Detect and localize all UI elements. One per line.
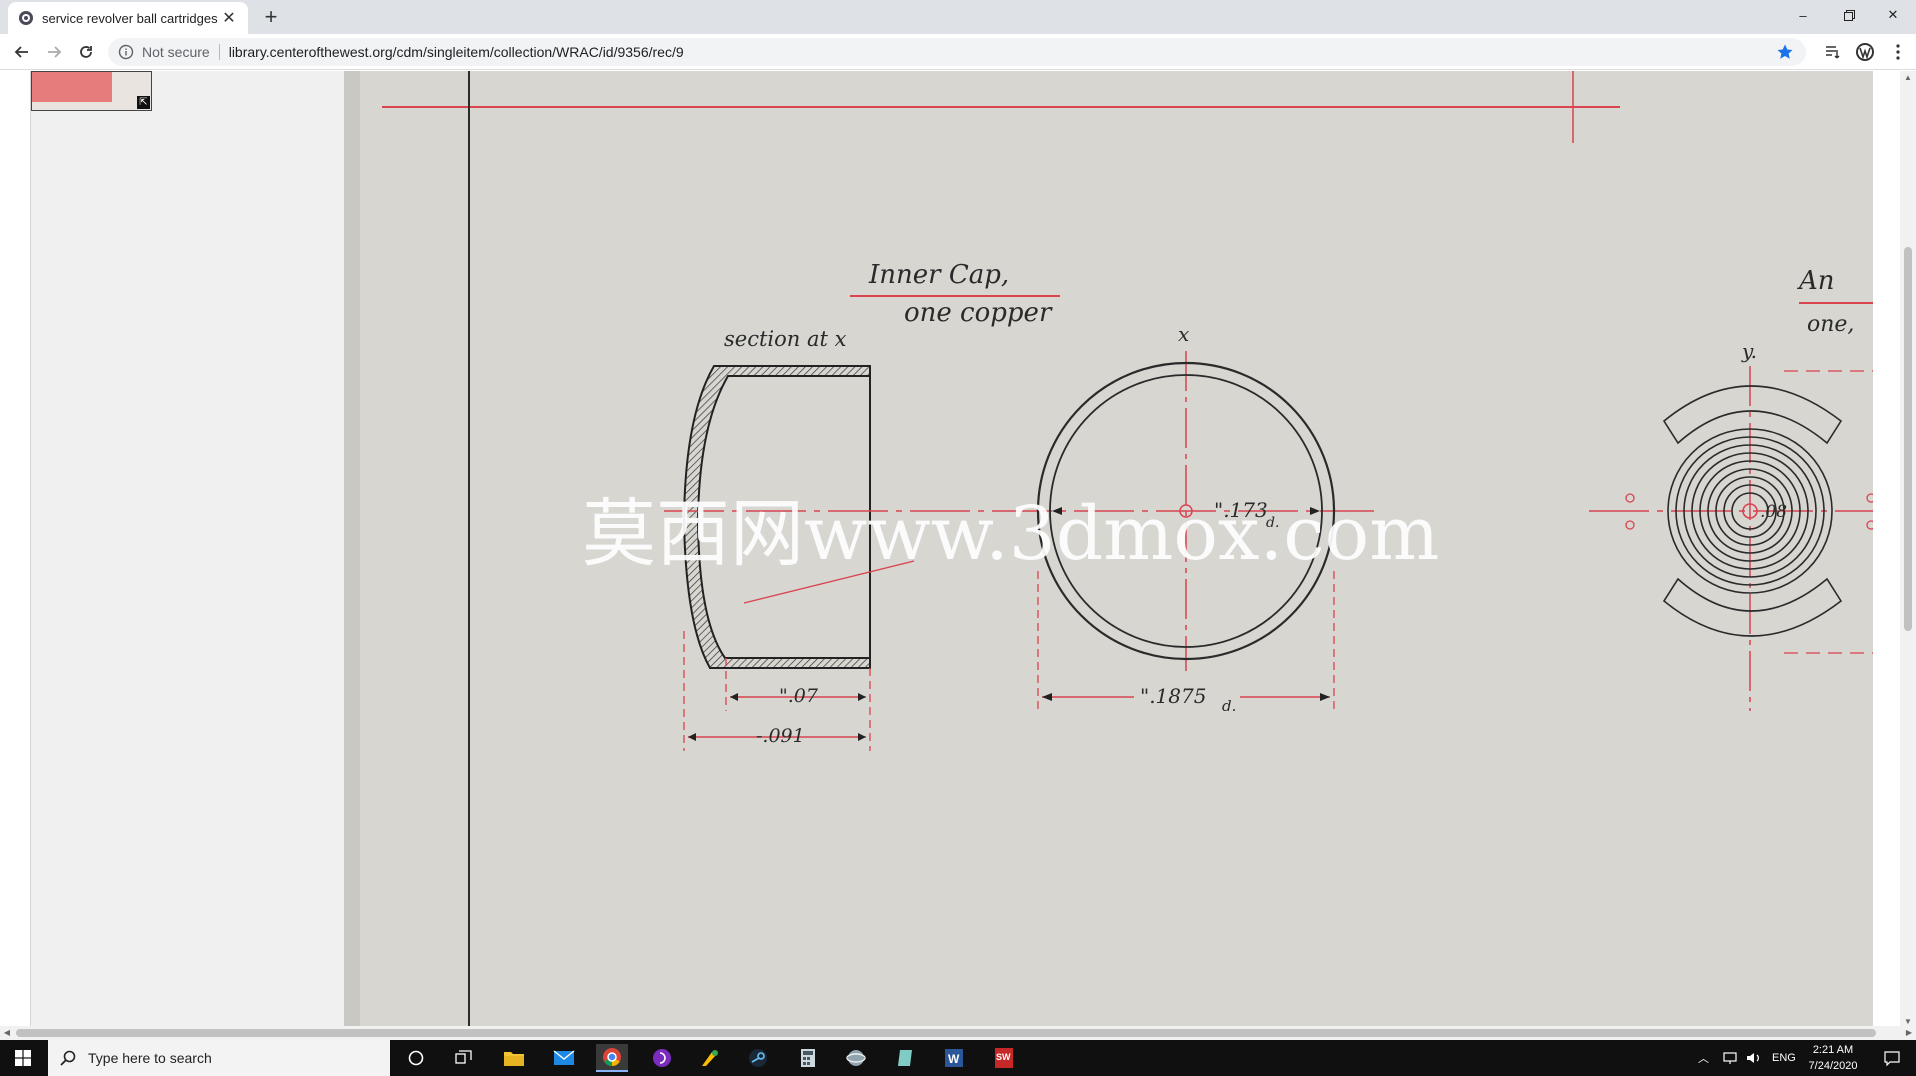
dim-total-depth: -.091 — [756, 725, 805, 747]
clock-date: 7/24/2020 — [1808, 1060, 1858, 1072]
reload-icon — [80, 46, 92, 58]
site-favicon-icon — [19, 11, 33, 25]
vertical-scrollbar[interactable]: ▲ ▼ — [1900, 71, 1916, 1031]
right-heading-partial: An — [1797, 266, 1835, 296]
reload-button[interactable] — [72, 38, 100, 66]
bookmark-star-icon[interactable] — [1776, 43, 1794, 61]
browser-toolbar: Not secure library.centerofthewest.org/c… — [0, 34, 1916, 70]
clock-time: 2:21 AM — [1812, 1044, 1854, 1056]
left-panel: ⇱ — [30, 71, 344, 1031]
paint-app-icon[interactable] — [694, 1044, 726, 1072]
dim-outer-diameter-suffix: d. — [1222, 697, 1236, 715]
small-hole-right-1 — [1866, 493, 1876, 503]
search-placeholder: Type here to search — [88, 1050, 212, 1066]
notifications-icon[interactable] — [1884, 1040, 1900, 1076]
word-icon[interactable]: W — [938, 1044, 970, 1072]
cortana-icon[interactable] — [400, 1044, 432, 1072]
language-indicator[interactable]: ENG — [1772, 1040, 1796, 1076]
mail-icon[interactable] — [548, 1044, 580, 1072]
horizontal-scrollbar[interactable]: ◀ ▶ — [0, 1026, 1916, 1040]
omnibox-separator — [218, 44, 220, 60]
taskbar-clock[interactable]: 2:21 AM 7/24/2020 — [1798, 1042, 1868, 1074]
horizontal-scroll-thumb[interactable] — [16, 1029, 1876, 1037]
scroll-left-arrow-icon[interactable]: ◀ — [0, 1026, 14, 1040]
dim-inner-depth: ".07 — [779, 685, 819, 707]
browser-menu-icon[interactable] — [1888, 42, 1908, 62]
url-text[interactable]: library.centerofthewest.org/cdm/singleit… — [229, 44, 684, 60]
restore-icon — [1843, 9, 1855, 21]
dim-right-part: .08 — [1760, 502, 1787, 522]
section-label: section at x — [724, 327, 847, 351]
notes-app-icon[interactable] — [890, 1044, 922, 1072]
podcast-app-icon[interactable] — [646, 1044, 678, 1072]
page-content: ⇱ Inner Cap, one copper section at x ".0… — [0, 71, 1916, 1031]
scroll-up-arrow-icon[interactable]: ▲ — [1900, 71, 1916, 85]
vertical-scroll-thumb[interactable] — [1904, 247, 1912, 631]
tab-close-icon[interactable]: ✕ — [220, 8, 238, 28]
technical-drawing: Inner Cap, one copper section at x ".07 … — [344, 71, 1876, 1031]
windows-logo-icon — [15, 1050, 31, 1066]
windows-taskbar: Type here to search W SW ︿ ENG 2:21 AM 7… — [0, 1040, 1916, 1076]
drawing-heading: Inner Cap, — [868, 260, 1009, 290]
restore-button[interactable] — [1826, 0, 1872, 30]
calculator-icon[interactable] — [792, 1044, 824, 1072]
minimize-button[interactable]: – — [1780, 0, 1826, 30]
address-bar[interactable]: Not secure library.centerofthewest.org/c… — [108, 38, 1806, 66]
forward-arrow-icon — [48, 46, 62, 58]
x-mark: x — [1178, 322, 1189, 346]
small-hole-left-1 — [1625, 493, 1635, 503]
browser-titlebar: service revolver ball cartridges - ✕ + –… — [0, 0, 1916, 34]
chrome-taskbar-icon[interactable] — [596, 1044, 628, 1072]
small-hole-right-2 — [1866, 520, 1876, 530]
new-tab-button[interactable]: + — [258, 4, 284, 30]
svg-text:SW: SW — [996, 1052, 1011, 1062]
tray-chevron-icon[interactable]: ︿ — [1698, 1040, 1709, 1076]
solidworks-icon[interactable]: SW — [988, 1044, 1020, 1072]
watermark-text: 莫西网www.3dmox.com — [582, 491, 1439, 577]
info-icon[interactable] — [118, 44, 134, 60]
expand-icon[interactable]: ⇱ — [137, 96, 150, 109]
start-button[interactable] — [0, 1040, 46, 1076]
file-explorer-icon[interactable] — [498, 1044, 530, 1072]
tab-title: service revolver ball cartridges - — [42, 10, 220, 26]
document-thumbnail[interactable]: ⇱ — [31, 71, 152, 111]
y-mark: y. — [1741, 339, 1757, 363]
scroll-right-arrow-icon[interactable]: ▶ — [1902, 1026, 1916, 1040]
back-arrow-icon — [14, 46, 28, 58]
back-button[interactable] — [8, 38, 36, 66]
thumbnail-highlight — [32, 72, 112, 102]
dim-outer-diameter: ".1875 — [1140, 684, 1206, 708]
paper-left-shadow — [344, 71, 360, 1031]
steam-icon[interactable] — [742, 1044, 774, 1072]
close-window-button[interactable]: ✕ — [1870, 0, 1916, 30]
right-subheading-partial: one, — [1807, 312, 1854, 337]
drawing-subheading: one copper — [904, 298, 1053, 328]
globe-app-icon[interactable] — [840, 1044, 872, 1072]
search-icon — [60, 1050, 76, 1066]
wordpress-extension-icon[interactable] — [1855, 42, 1875, 62]
reading-list-icon[interactable] — [1823, 42, 1843, 62]
network-icon[interactable] — [1722, 1040, 1738, 1076]
task-view-icon[interactable] — [448, 1044, 480, 1072]
small-hole-left-2 — [1625, 520, 1635, 530]
taskbar-search[interactable]: Type here to search — [48, 1040, 390, 1076]
svg-text:W: W — [948, 1052, 960, 1066]
volume-icon[interactable] — [1746, 1040, 1762, 1076]
image-viewer[interactable]: Inner Cap, one copper section at x ".07 … — [344, 71, 1876, 1031]
forward-button[interactable] — [40, 38, 68, 66]
browser-tab[interactable]: service revolver ball cartridges - ✕ — [8, 2, 248, 34]
security-label: Not secure — [142, 44, 210, 60]
